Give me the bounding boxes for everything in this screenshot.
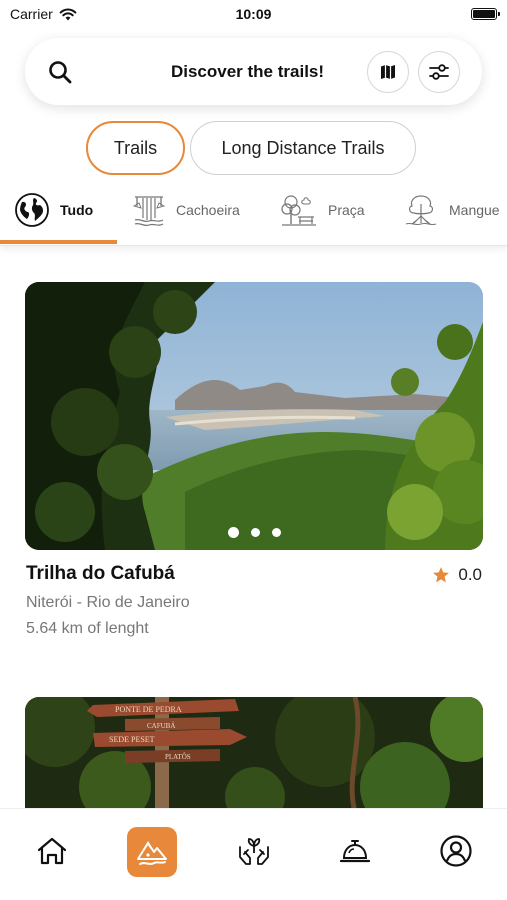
category-tudo[interactable]: Tudo	[14, 190, 93, 230]
category-cachoeira[interactable]: Cachoeira	[132, 190, 240, 230]
battery-icon	[471, 8, 500, 20]
trail-title[interactable]: Trilha do Cafubá	[26, 563, 175, 585]
bottom-tab-bar	[0, 808, 507, 900]
star-icon	[433, 567, 450, 583]
service-bell-icon	[339, 840, 371, 863]
image-pagination-dots[interactable]	[25, 527, 483, 538]
category-strip: Tudo Cachoeira Praça Mangue	[0, 182, 507, 246]
mangrove-tree-icon	[405, 195, 437, 226]
tab-trails[interactable]: Trails	[86, 121, 185, 175]
sign-cafuba: CAFUBÁ	[147, 722, 175, 730]
map-icon	[381, 65, 395, 79]
sign-ponte-de-pedra: PONTE DE PEDRA	[115, 705, 182, 714]
globe-icon	[15, 193, 49, 227]
trail-photo-2: PONTE DE PEDRA CAFUBÁ SEDE PESET PLATÔS	[25, 697, 483, 812]
home-icon	[37, 837, 67, 865]
mountain-trails-icon	[137, 841, 167, 865]
category-praca-label: Praça	[328, 202, 365, 218]
tab-trails-nav[interactable]	[127, 827, 177, 877]
map-button[interactable]	[367, 51, 409, 93]
trail-card-image-2[interactable]: PONTE DE PEDRA CAFUBÁ SEDE PESET PLATÔS	[25, 697, 483, 812]
category-cachoeira-label: Cachoeira	[176, 202, 240, 218]
waterfall-icon	[132, 196, 166, 227]
pagination-dot-3[interactable]	[271, 528, 281, 537]
status-bar: Carrier 10:09	[0, 0, 507, 30]
category-praca[interactable]: Praça	[280, 190, 365, 230]
category-mangue[interactable]: Mangue	[403, 190, 500, 230]
trail-photo	[25, 282, 483, 550]
trail-card-image[interactable]	[25, 282, 483, 550]
rating-value: 0.0	[458, 565, 482, 584]
park-icon	[281, 195, 316, 226]
tab-home[interactable]	[26, 825, 78, 877]
clock: 10:09	[235, 6, 272, 22]
pagination-dot-2[interactable]	[250, 528, 260, 537]
trail-rating: 0.0	[432, 565, 482, 585]
sliders-icon	[429, 64, 449, 80]
profile-icon	[440, 835, 472, 867]
pagination-dot-1[interactable]	[227, 527, 239, 538]
tab-services[interactable]	[329, 825, 381, 877]
trail-location: Niterói - Rio de Janeiro	[26, 594, 190, 611]
hands-plant-icon	[239, 838, 269, 865]
tab-community[interactable]	[228, 825, 280, 877]
filter-button[interactable]	[418, 51, 460, 93]
tab-profile[interactable]	[430, 825, 482, 877]
tab-long-distance-trails[interactable]: Long Distance Trails	[190, 121, 416, 175]
search-bar[interactable]: Discover the trails!	[25, 38, 482, 105]
category-active-underline	[0, 240, 117, 244]
sign-platos: PLATÔS	[165, 753, 191, 761]
trail-length: 5.64 km of lenght	[26, 620, 149, 637]
category-tudo-label: Tudo	[60, 202, 94, 218]
sign-sede-peset: SEDE PESET	[109, 735, 155, 744]
category-mangue-label: Mangue	[449, 202, 500, 218]
